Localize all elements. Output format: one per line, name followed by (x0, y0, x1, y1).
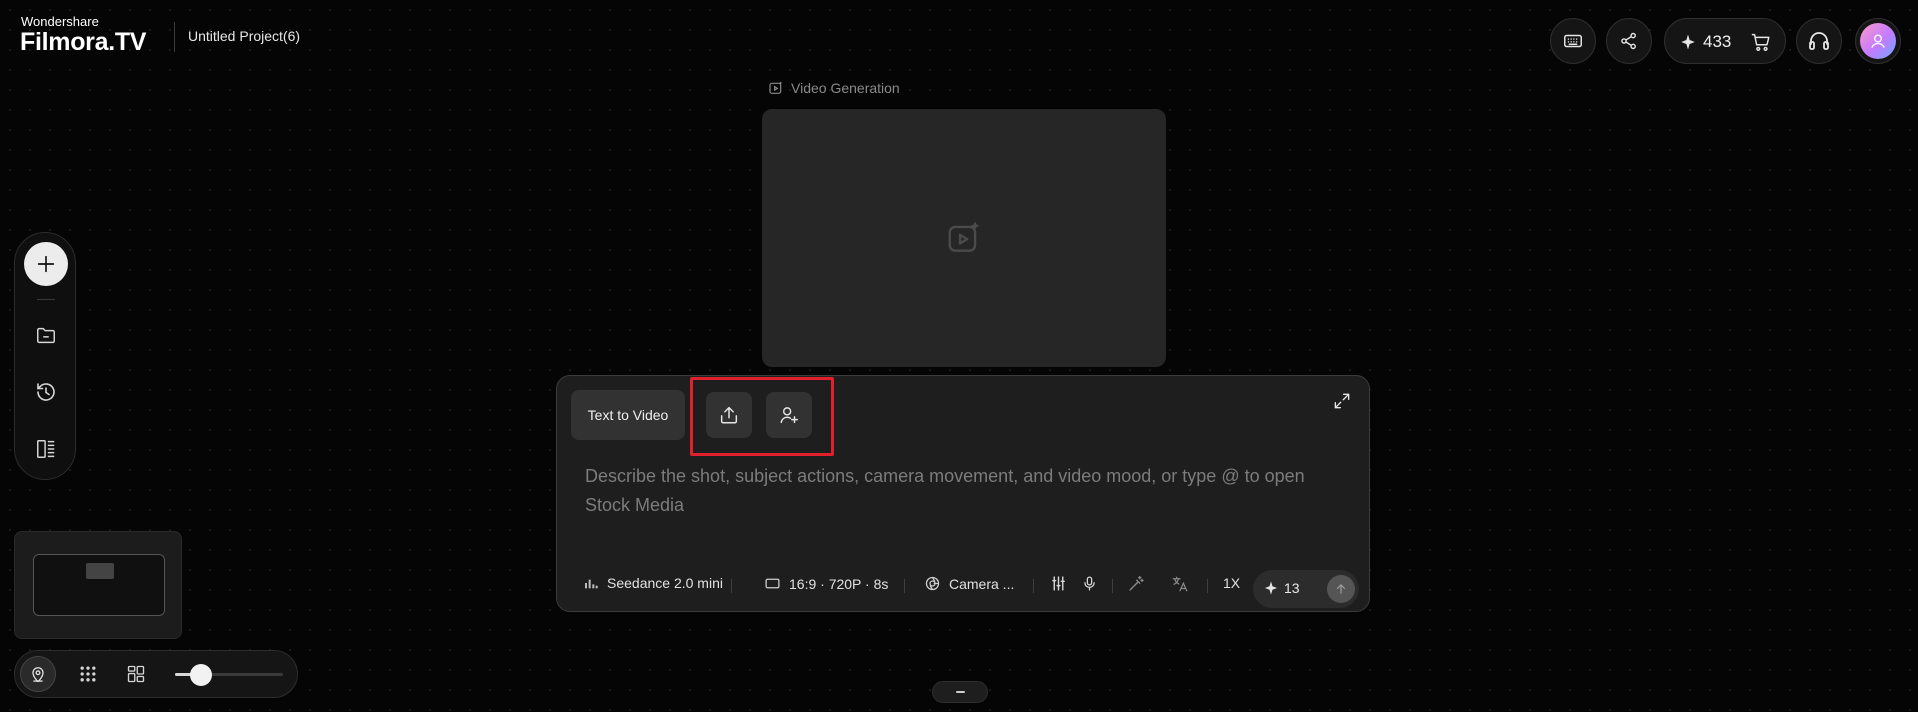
video-preview-card[interactable] (762, 109, 1166, 367)
add-person-icon (778, 404, 800, 426)
voice-input-button[interactable] (1081, 575, 1098, 592)
prompt-input[interactable] (585, 462, 1345, 526)
expand-button[interactable] (1331, 390, 1353, 412)
share-button[interactable] (1606, 18, 1652, 64)
project-title[interactable]: Untitled Project(6) (188, 28, 300, 44)
app-logo: Wondershare Filmora.TV (20, 14, 154, 60)
minimap-viewport[interactable] (33, 554, 165, 616)
left-toolbar (14, 232, 76, 480)
history-button[interactable] (34, 380, 58, 404)
model-bars-icon (583, 575, 599, 591)
credits-balance: 433 (1679, 32, 1731, 52)
sliders-icon (1050, 575, 1067, 592)
add-icon (35, 253, 57, 275)
options-divider (731, 579, 732, 593)
generate-control: 13 (1253, 570, 1359, 608)
logo-brand-big: Filmora.TV (20, 28, 147, 56)
upload-icon (718, 404, 740, 426)
generation-options-bar: Seedance 2.0 mini 16:9 · 720P · 8s Camer… (557, 570, 1369, 608)
zoom-slider-thumb[interactable] (189, 664, 212, 686)
user-avatar[interactable] (1855, 18, 1901, 64)
magic-enhance-button[interactable] (1127, 575, 1145, 593)
options-divider (1033, 579, 1034, 593)
cost-value: 13 (1284, 580, 1300, 596)
minimap-node (86, 563, 114, 579)
magic-wand-icon (1127, 575, 1145, 593)
prompt-panel: Text to Video Seedance 2.0 mini 16:9 · 7 (556, 375, 1370, 612)
locate-button[interactable] (20, 656, 56, 692)
location-pin-icon (28, 664, 48, 684)
upload-media-button[interactable] (706, 392, 752, 438)
options-divider (1112, 579, 1113, 593)
sparkle-icon (1679, 33, 1697, 51)
headset-icon (1807, 29, 1831, 53)
mode-text-to-video-button[interactable]: Text to Video (571, 390, 685, 440)
toolbar-divider (37, 299, 55, 300)
translate-button[interactable] (1171, 575, 1189, 593)
credits-value: 433 (1703, 32, 1732, 51)
aspect-ratio-icon (764, 575, 781, 592)
add-character-button[interactable] (766, 392, 812, 438)
node-title: Video Generation (791, 80, 900, 96)
speed-label: 1X (1223, 575, 1241, 591)
format-selector[interactable]: 16:9 · 720P · 8s (764, 575, 888, 592)
adjust-settings-button[interactable] (1050, 575, 1067, 592)
assets-button[interactable] (34, 323, 58, 347)
add-node-button[interactable] (24, 242, 68, 286)
video-generation-node-label: Video Generation (768, 80, 900, 96)
credits-pill[interactable]: 433 (1664, 18, 1786, 64)
minimap[interactable] (14, 531, 182, 639)
translate-icon (1171, 575, 1189, 593)
keyboard-shortcuts-button[interactable] (1550, 18, 1596, 64)
avatar-icon (1860, 23, 1896, 59)
sparkle-icon (1263, 580, 1279, 596)
keyboard-icon (1562, 30, 1584, 52)
grid-view-button[interactable] (77, 663, 99, 685)
camera-label: Camera ... (949, 575, 1015, 592)
camera-icon (924, 575, 941, 592)
cart-icon[interactable] (1749, 31, 1773, 53)
model-label: Seedance 2.0 mini (607, 575, 723, 591)
video-placeholder-icon (945, 219, 983, 257)
options-divider (1207, 579, 1208, 593)
tiles-icon (126, 664, 146, 684)
layout-button[interactable] (34, 437, 58, 461)
model-selector[interactable]: Seedance 2.0 mini (583, 575, 723, 591)
history-icon (34, 380, 58, 404)
minus-icon (955, 691, 965, 693)
microphone-icon (1081, 575, 1098, 592)
generation-cost: 13 (1263, 580, 1300, 596)
expand-icon (1332, 391, 1352, 411)
speed-selector[interactable]: 1X (1223, 575, 1240, 591)
share-icon (1619, 31, 1639, 51)
folder-icon (35, 324, 57, 346)
header-divider (174, 22, 175, 52)
video-generation-icon (768, 80, 784, 96)
layout-view-button[interactable] (125, 663, 147, 685)
collapse-panel-button[interactable] (932, 681, 988, 703)
layout-icon (35, 438, 57, 460)
options-divider (904, 579, 905, 593)
arrow-up-icon (1334, 582, 1348, 596)
support-button[interactable] (1796, 18, 1842, 64)
camera-selector[interactable]: Camera ... (924, 575, 1014, 592)
logo-brand-small: Wondershare (21, 14, 99, 29)
canvas-controls (14, 650, 298, 698)
format-label: 16:9 · 720P · 8s (789, 575, 889, 592)
dot-grid-icon (78, 664, 98, 684)
generate-button[interactable] (1327, 575, 1355, 603)
